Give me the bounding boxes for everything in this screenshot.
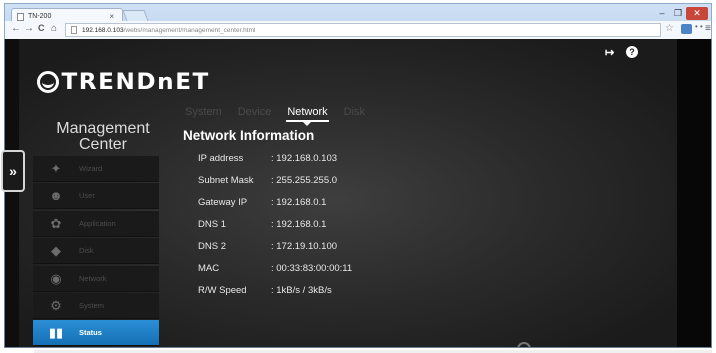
bookmark-star-icon[interactable]: ☆ <box>665 23 674 34</box>
info-value: : 255.255.255.0 <box>271 175 338 186</box>
info-key: MAC <box>198 263 220 274</box>
info-value: : 192.168.0.1 <box>271 219 327 230</box>
tab-network[interactable]: Network <box>286 106 330 126</box>
info-value: : 192.168.0.1 <box>271 197 327 208</box>
sidebar-item-user[interactable]: ☻ User <box>33 183 159 210</box>
info-key: IP address <box>198 153 244 164</box>
info-key: R/W Speed <box>198 285 247 296</box>
sidebar-item-status[interactable]: ▮▮ Status <box>33 320 159 347</box>
tab-disk[interactable]: Disk <box>344 106 365 118</box>
application-icon: ✿ <box>50 215 62 231</box>
tab-system[interactable]: System <box>185 106 222 118</box>
minimize-button[interactable]: – <box>655 7 669 20</box>
logo-text: TRENDnET <box>61 69 210 95</box>
trendnet-logo: TRENDnET <box>37 69 210 95</box>
browser-menu-icon[interactable]: ≡ <box>705 23 711 34</box>
browser-toolbar: ← → C ⌂ 192.168.0.103/webs/management/ma… <box>4 21 712 39</box>
url-path: /webs/management/management_center.html <box>123 27 256 34</box>
info-value: : 1kB/s / 3kB/s <box>271 285 332 296</box>
sidebar-item-disk[interactable]: ◆ Disk <box>33 238 159 265</box>
info-value: : 172.19.10.100 <box>271 241 338 252</box>
sidebar-item-label: Application <box>79 218 116 228</box>
sidebar-item-network[interactable]: ◉ Network <box>33 265 159 292</box>
system-icon: ⚙ <box>50 297 62 313</box>
status-icon: ▮▮ <box>48 325 64 341</box>
user-icon: ☻ <box>49 188 63 204</box>
extension-icon[interactable] <box>681 24 692 34</box>
extension-dots-icon[interactable]: • • <box>695 22 703 31</box>
page-viewport: ↦ ? TRENDnET Management Center ✦ Wizard … <box>4 39 712 348</box>
sidebar-item-label: Disk <box>79 246 94 256</box>
sidebar-item-label: System <box>79 300 105 310</box>
section-title: Network Information <box>183 128 315 143</box>
info-key: DNS 1 <box>198 219 226 230</box>
home-button[interactable]: ⌂ <box>51 23 57 34</box>
forward-button[interactable]: → <box>24 23 34 34</box>
sidebar-collapse-button[interactable]: » <box>1 150 25 192</box>
back-button[interactable]: ← <box>11 23 21 34</box>
info-value: : 00:33:83:00:00:11 <box>271 263 353 274</box>
page-icon <box>71 26 77 34</box>
info-key: Gateway IP <box>198 197 248 208</box>
sidebar-item-application[interactable]: ✿ Application <box>33 210 159 237</box>
network-icon: ◉ <box>50 270 62 286</box>
sidebar-item-label: User <box>79 191 95 201</box>
right-margin <box>677 39 711 347</box>
close-window-button[interactable]: ✕ <box>686 7 708 20</box>
tab-device[interactable]: Device <box>238 106 272 118</box>
info-value: : 192.168.0.103 <box>271 153 338 164</box>
info-key: DNS 2 <box>198 241 226 252</box>
tab-title: TN-200 <box>28 13 52 20</box>
sidebar-item-system[interactable]: ⚙ System <box>33 292 159 319</box>
status-tabs: System Device Network Disk <box>185 106 381 126</box>
address-bar[interactable]: 192.168.0.103/webs/management/management… <box>65 23 661 37</box>
info-key: Subnet Mask <box>198 175 254 186</box>
sidebar-item-label: Wizard <box>79 164 103 173</box>
sidebar-item-wizard[interactable]: ✦ Wizard <box>33 156 159 182</box>
wizard-icon: ✦ <box>50 161 62 176</box>
logout-icon[interactable]: ↦ <box>605 46 619 59</box>
page-favicon-icon <box>17 13 24 21</box>
sidebar-item-label: Network <box>79 273 107 283</box>
url-host: 192.168.0.103 <box>82 27 124 34</box>
reload-button[interactable]: C <box>38 23 45 33</box>
management-center-title: Management Center <box>56 120 150 153</box>
help-icon[interactable]: ? <box>626 46 638 58</box>
sidebar-item-label: Status <box>79 328 102 338</box>
logo-icon <box>37 71 59 93</box>
disk-icon: ◆ <box>51 243 61 259</box>
maximize-button[interactable]: ❐ <box>671 7 685 20</box>
tab-close-icon[interactable]: × <box>109 12 114 21</box>
sidebar-menu: ✦ Wizard ☻ User ✿ Application ◆ Disk ◉ N… <box>33 156 159 347</box>
